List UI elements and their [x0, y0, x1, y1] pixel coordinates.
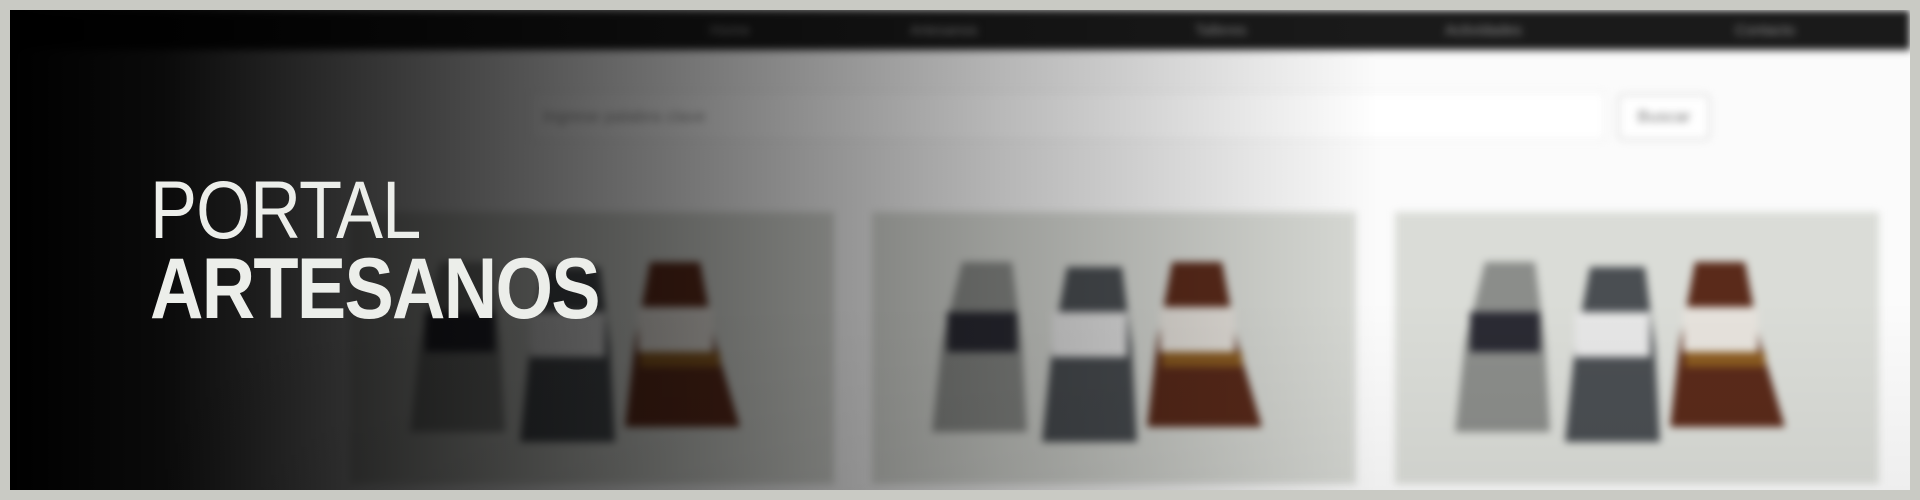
search-button[interactable]: Buscar — [1618, 94, 1710, 140]
nav-item-contacto[interactable]: Contacto — [1735, 22, 1795, 39]
nav-item-actividades[interactable]: Actividades — [1445, 22, 1522, 39]
nav-item-talleres[interactable]: Talleres — [1195, 22, 1247, 39]
title-line-artesanos: ARTESANOS — [150, 241, 601, 337]
title-line-portal: PORTAL — [150, 165, 421, 256]
product-card[interactable] — [872, 212, 1356, 484]
page-title: PORTAL ARTESANOS — [150, 165, 672, 337]
navbar: Home Artesanos Talleres Actividades Cont… — [10, 10, 1910, 50]
search-bar: Ingrese palabra clave Buscar — [530, 92, 1720, 142]
gloves-image — [1395, 212, 1879, 484]
nav-item-artesanos[interactable]: Artesanos — [910, 22, 978, 39]
product-card[interactable] — [1395, 212, 1879, 484]
hero-banner: Home Artesanos Talleres Actividades Cont… — [10, 10, 1910, 490]
search-input[interactable]: Ingrese palabra clave — [530, 92, 1605, 140]
nav-item-home[interactable]: Home — [710, 22, 750, 39]
gloves-image — [872, 212, 1356, 484]
